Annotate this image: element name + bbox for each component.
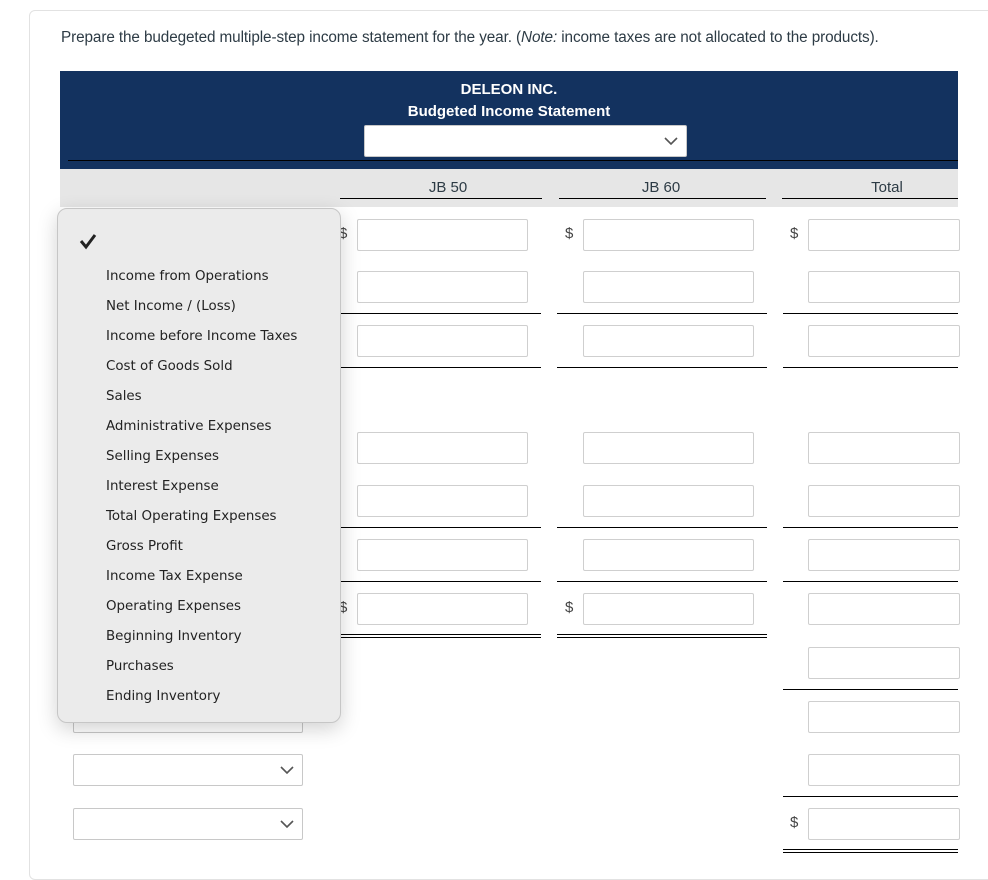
- subtotal-rule: [783, 796, 958, 797]
- amount-input-jb50[interactable]: [357, 593, 528, 625]
- dropdown-option[interactable]: Sales: [106, 389, 142, 404]
- amount-input-total[interactable]: [808, 754, 960, 786]
- dropdown-option[interactable]: Operating Expenses: [106, 599, 241, 614]
- column-underline: [340, 198, 542, 199]
- instruction-part: Prepare the budegeted multiple-step inco…: [61, 29, 522, 46]
- currency-symbol: $: [565, 225, 574, 242]
- amount-input-total[interactable]: [808, 808, 960, 840]
- total-double-rule: [783, 849, 958, 853]
- dropdown-option[interactable]: Cost of Goods Sold: [106, 359, 233, 374]
- chevron-down-icon: [280, 766, 294, 775]
- subtotal-rule: [340, 313, 541, 314]
- subtotal-rule: [557, 527, 767, 528]
- amount-input-jb60[interactable]: [583, 219, 754, 251]
- amount-input-jb60[interactable]: [583, 432, 754, 464]
- amount-input-jb50[interactable]: [357, 539, 528, 571]
- subtotal-rule: [783, 581, 958, 582]
- row-label-select[interactable]: [73, 808, 303, 840]
- currency-symbol: $: [790, 814, 799, 831]
- row-label-dropdown-menu: Income from Operations Net Income / (Loss…: [57, 208, 341, 723]
- subtotal-rule: [340, 581, 541, 582]
- subtotal-rule: [783, 689, 958, 690]
- subtotal-rule: [340, 527, 541, 528]
- column-header-jb50: JB 50: [428, 179, 468, 196]
- subtotal-rule: [557, 313, 767, 314]
- company-name: DELEON INC.: [460, 81, 558, 98]
- subtotal-rule: [557, 367, 767, 368]
- amount-input-jb60[interactable]: [583, 325, 754, 357]
- total-double-rule: [557, 634, 767, 638]
- column-header-row: JB 50 JB 60 Total: [60, 169, 958, 207]
- subtotal-rule: [557, 581, 767, 582]
- dropdown-option[interactable]: Income Tax Expense: [106, 569, 243, 584]
- amount-input-jb50[interactable]: [357, 271, 528, 303]
- amount-input-jb50[interactable]: [357, 432, 528, 464]
- row-label-select[interactable]: [73, 754, 303, 786]
- amount-input-total[interactable]: [808, 539, 960, 571]
- subtotal-rule: [340, 367, 541, 368]
- currency-symbol: $: [790, 225, 799, 242]
- instruction-text: Prepare the budegeted multiple-step inco…: [61, 29, 879, 47]
- currency-symbol: $: [565, 599, 574, 616]
- dropdown-option[interactable]: Administrative Expenses: [106, 419, 272, 434]
- amount-input-jb60[interactable]: [583, 593, 754, 625]
- column-underline: [782, 198, 958, 199]
- dropdown-option[interactable]: Ending Inventory: [106, 689, 220, 704]
- amount-input-total[interactable]: [808, 325, 960, 357]
- dropdown-option[interactable]: Interest Expense: [106, 479, 219, 494]
- amount-input-jb60[interactable]: [583, 271, 754, 303]
- statement-header: DELEON INC. Budgeted Income Statement: [60, 71, 958, 169]
- amount-input-jb60[interactable]: [583, 485, 754, 517]
- amount-input-total[interactable]: [808, 593, 960, 625]
- dropdown-option[interactable]: Beginning Inventory: [106, 629, 242, 644]
- dropdown-option[interactable]: Net Income / (Loss): [106, 299, 236, 314]
- period-select[interactable]: [364, 125, 687, 157]
- dropdown-option[interactable]: Income before Income Taxes: [106, 329, 297, 344]
- header-divider: [68, 160, 958, 161]
- note-label: Note:: [521, 29, 558, 46]
- instruction-part: income taxes are not allocated to the pr…: [557, 29, 879, 46]
- amount-input-jb50[interactable]: [357, 219, 528, 251]
- dropdown-option[interactable]: Total Operating Expenses: [106, 509, 277, 524]
- chevron-down-icon: [664, 137, 678, 146]
- column-header-total: Total: [871, 179, 903, 196]
- chevron-down-icon: [280, 820, 294, 829]
- amount-input-total[interactable]: [808, 485, 960, 517]
- amount-input-total[interactable]: [808, 432, 960, 464]
- statement-title: Budgeted Income Statement: [407, 103, 611, 120]
- dropdown-option[interactable]: Gross Profit: [106, 539, 183, 554]
- subtotal-rule: [783, 367, 958, 368]
- amount-input-jb50[interactable]: [357, 485, 528, 517]
- subtotal-rule: [783, 313, 958, 314]
- dropdown-option[interactable]: Selling Expenses: [106, 449, 219, 464]
- amount-input-total[interactable]: [808, 647, 960, 679]
- total-double-rule: [340, 634, 541, 638]
- amount-input-jb60[interactable]: [583, 539, 754, 571]
- amount-input-total[interactable]: [808, 271, 960, 303]
- subtotal-rule: [783, 527, 958, 528]
- dropdown-option[interactable]: Purchases: [106, 659, 174, 674]
- column-header-jb60: JB 60: [641, 179, 681, 196]
- amount-input-jb50[interactable]: [357, 325, 528, 357]
- column-underline: [559, 198, 766, 199]
- dropdown-option[interactable]: Income from Operations: [106, 269, 269, 284]
- amount-input-total[interactable]: [808, 701, 960, 733]
- checkmark-icon: [79, 234, 97, 250]
- amount-input-total[interactable]: [808, 219, 960, 251]
